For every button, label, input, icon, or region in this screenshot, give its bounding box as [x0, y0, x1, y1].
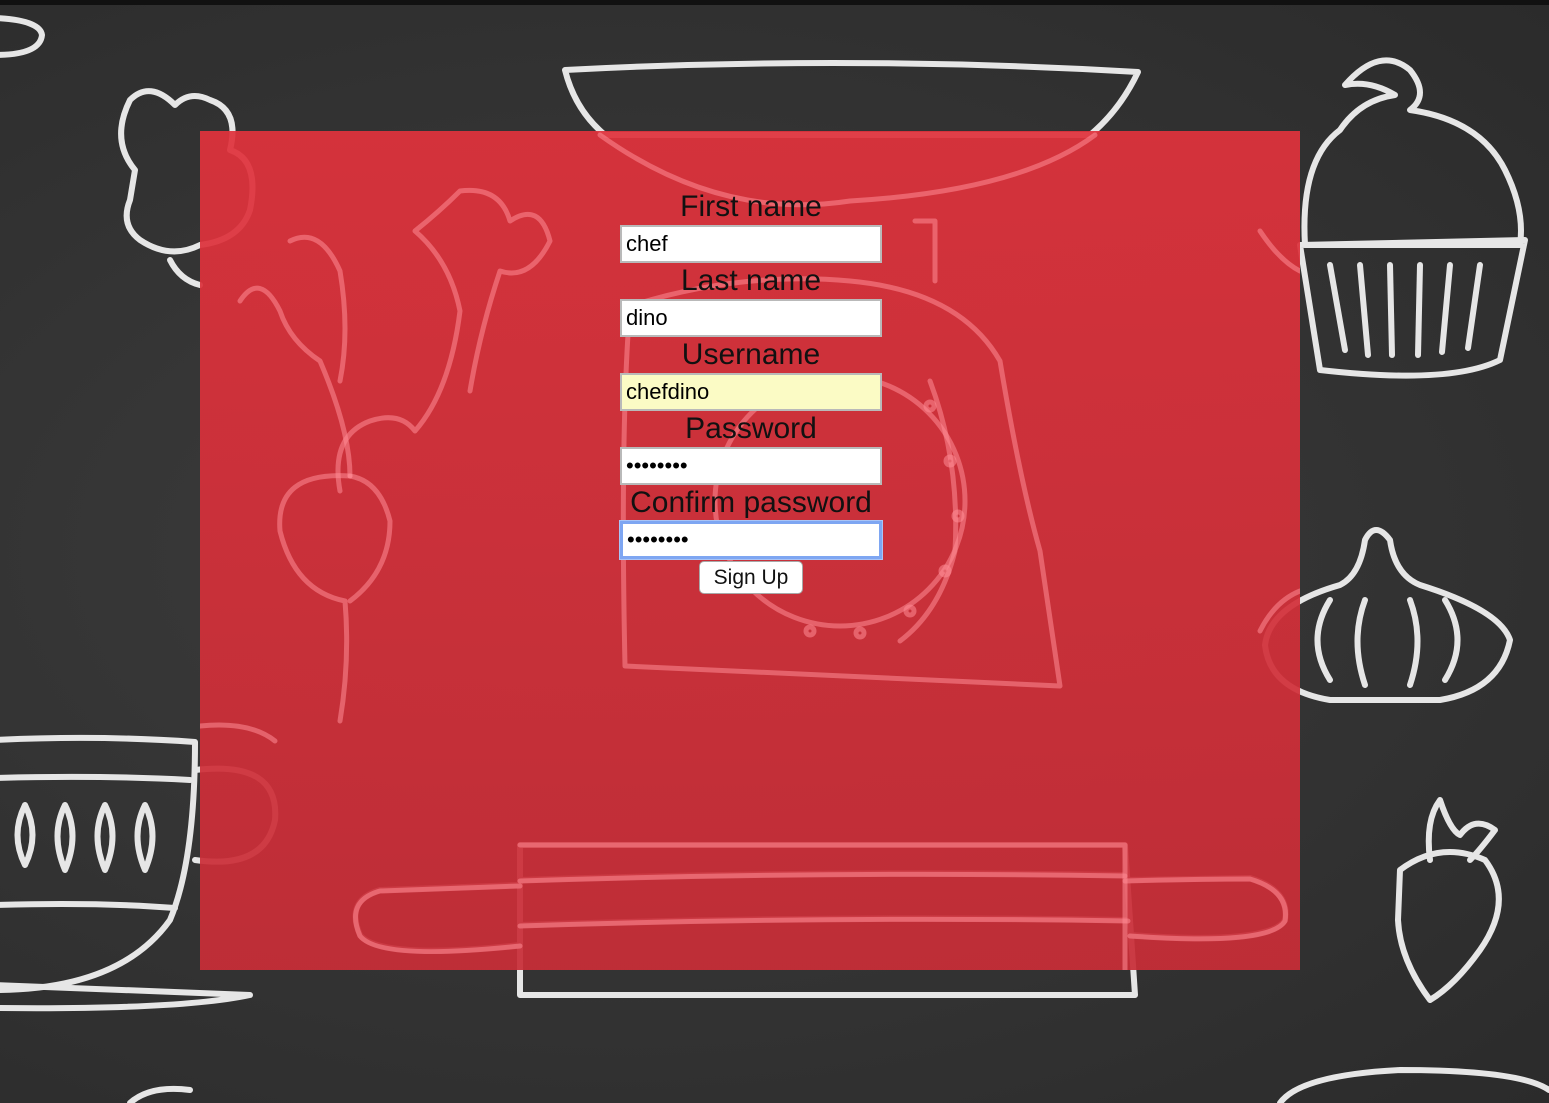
sign-up-button[interactable]: Sign Up	[698, 561, 804, 594]
confirm-password-label: Confirm password	[630, 486, 872, 519]
signup-form: First name Last name Username Password C…	[620, 189, 882, 594]
swirl-icon	[0, 15, 45, 58]
signup-panel: First name Last name Username Password C…	[200, 131, 1300, 970]
first-name-input[interactable]	[620, 225, 882, 263]
last-name-label: Last name	[680, 264, 822, 297]
first-name-label: First name	[680, 190, 822, 223]
password-label: Password	[685, 412, 817, 445]
strawberry-icon	[1395, 849, 1502, 1003]
confirm-password-input[interactable]	[620, 521, 882, 559]
username-input[interactable]	[620, 373, 882, 411]
radish-icon	[335, 187, 553, 494]
last-name-input[interactable]	[620, 299, 882, 337]
username-label: Username	[681, 338, 821, 371]
bowl-icon	[562, 59, 1141, 138]
cupcake-icon	[1301, 57, 1524, 248]
password-input[interactable]	[620, 447, 882, 485]
garlic-icon	[1262, 527, 1513, 703]
